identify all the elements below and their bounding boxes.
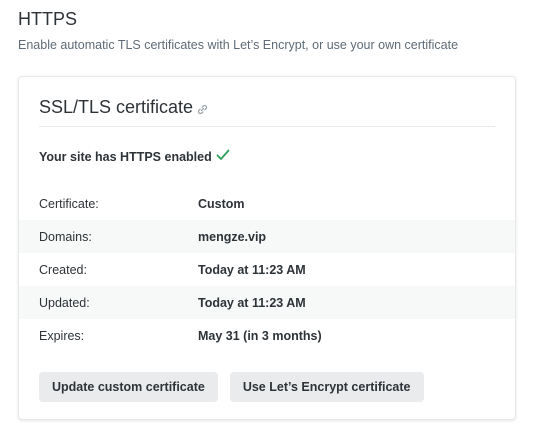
card-title-row: SSL/TLS certificate [39, 97, 208, 118]
ssl-certificate-card: SSL/TLS certificate Your site has HTTPS … [18, 76, 516, 420]
detail-row-updated: Updated: Today at 11:23 AM [19, 286, 515, 319]
card-actions: Update custom certificate Use Let’s Encr… [39, 372, 424, 402]
detail-row-domains: Domains: mengze.vip [19, 220, 515, 253]
certificate-details: Certificate: Custom Domains: mengze.vip … [19, 187, 515, 352]
detail-row-created: Created: Today at 11:23 AM [19, 253, 515, 286]
detail-row-expires: Expires: May 31 (in 3 months) [19, 319, 515, 352]
detail-value: Today at 11:23 AM [198, 262, 306, 277]
detail-row-certificate: Certificate: Custom [19, 187, 515, 220]
detail-value: Custom [198, 196, 245, 211]
detail-value: Today at 11:23 AM [198, 295, 306, 310]
card-divider [39, 126, 495, 127]
detail-value: mengze.vip [198, 229, 267, 244]
detail-label: Updated: [39, 295, 90, 310]
section-title: HTTPS [18, 9, 78, 29]
update-custom-certificate-button[interactable]: Update custom certificate [39, 372, 218, 402]
section-description: Enable automatic TLS certificates with L… [18, 38, 459, 52]
detail-label: Certificate: [39, 196, 99, 211]
detail-label: Created: [39, 262, 87, 277]
detail-label: Expires: [39, 328, 85, 343]
detail-label: Domains: [39, 229, 92, 244]
https-status-text: Your site has HTTPS enabled [39, 149, 212, 164]
detail-value: May 31 (in 3 months) [198, 328, 322, 343]
https-status: Your site has HTTPS enabled [39, 149, 230, 164]
link-icon[interactable] [197, 104, 208, 115]
checkmark-icon [216, 149, 230, 164]
card-title: SSL/TLS certificate [39, 97, 194, 117]
use-letsencrypt-certificate-button[interactable]: Use Let’s Encrypt certificate [229, 372, 424, 402]
